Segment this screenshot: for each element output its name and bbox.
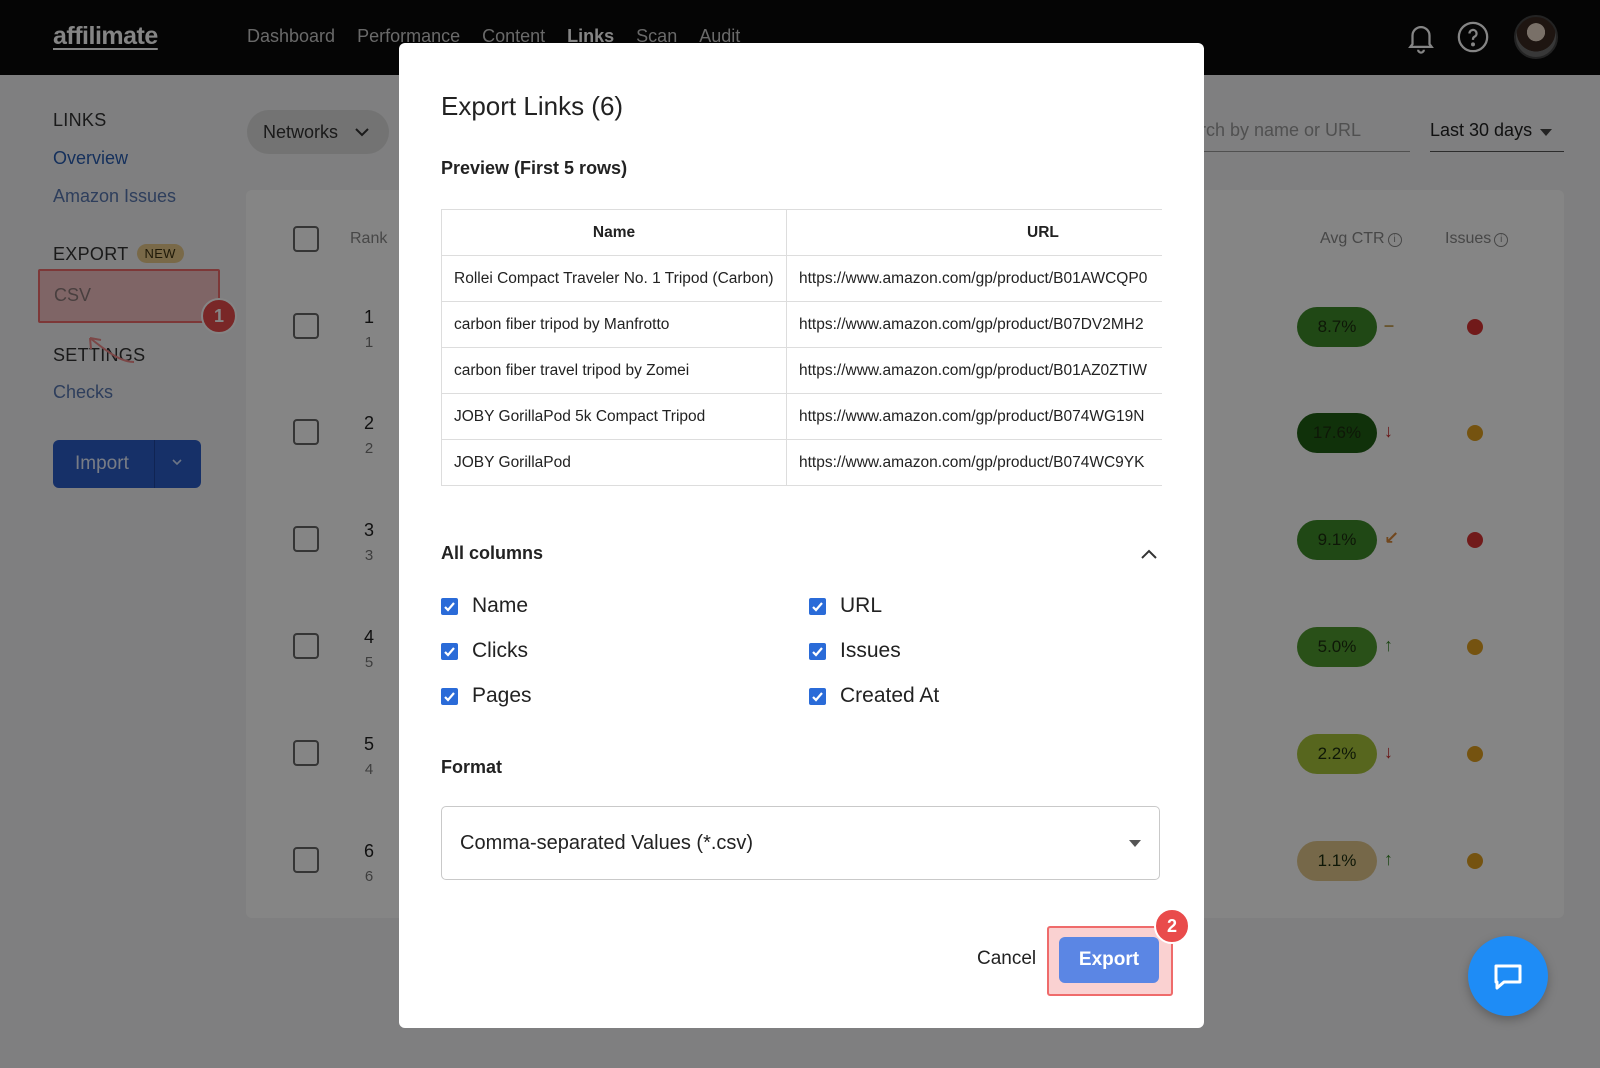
column-option[interactable]: Issues — [809, 639, 901, 663]
preview-cell-name: JOBY GorillaPod 5k Compact Tripod — [441, 393, 787, 440]
cancel-button[interactable]: Cancel — [977, 948, 1036, 970]
column-option[interactable]: URL — [809, 594, 882, 618]
preview-table-scroll[interactable]: Name URL Rollei Compact Traveler No. 1 T… — [441, 209, 1162, 486]
chevron-up-icon[interactable] — [1139, 546, 1159, 562]
check-icon — [812, 691, 823, 702]
column-checkbox[interactable] — [809, 642, 826, 660]
column-option[interactable]: Created At — [809, 684, 939, 708]
format-title: Format — [441, 757, 503, 777]
preview-title: Preview (First 5 rows) — [441, 158, 628, 178]
export-button[interactable]: Export — [1059, 937, 1159, 983]
column-option[interactable]: Clicks — [441, 639, 528, 663]
preview-cell-name: JOBY GorillaPod — [441, 439, 787, 486]
column-label: Clicks — [472, 639, 528, 662]
preview-row: JOBY GorillaPod https://www.amazon.com/gp… — [441, 439, 1162, 486]
modal-title: Export Links (6) — [441, 91, 624, 121]
preview-cell-url: https://www.amazon.com/gp/product/B074WC… — [786, 439, 1162, 486]
check-icon — [444, 646, 455, 657]
preview-cell-name: carbon fiber tripod by Manfrotto — [441, 301, 787, 348]
preview-cell-url: https://www.amazon.com/gp/product/B07DV2… — [786, 301, 1162, 348]
preview-row: Rollei Compact Traveler No. 1 Tripod (Ca… — [441, 255, 1162, 302]
column-option[interactable]: Name — [441, 594, 528, 618]
preview-cell-name: carbon fiber travel tripod by Zomei — [441, 347, 787, 394]
preview-row: carbon fiber tripod by Manfrotto https://… — [441, 301, 1162, 348]
preview-row: JOBY GorillaPod 5k Compact Tripod https:/… — [441, 393, 1162, 440]
column-label: URL — [840, 594, 883, 617]
column-label: Name — [472, 594, 529, 617]
column-checkbox[interactable] — [809, 597, 826, 615]
column-label: Issues — [840, 639, 901, 662]
check-icon — [444, 601, 455, 612]
preview-cell-name: Rollei Compact Traveler No. 1 Tripod (Ca… — [441, 255, 787, 302]
export-links-modal: Export Links (6) Preview (First 5 rows) … — [399, 43, 1204, 1028]
check-icon — [444, 691, 455, 702]
column-checkbox[interactable] — [441, 597, 458, 615]
step-2-badge: 2 — [1154, 908, 1190, 944]
column-label: Pages — [472, 684, 532, 707]
column-checkbox[interactable] — [441, 687, 458, 705]
column-label: Created At — [840, 684, 940, 707]
columns-section-title: All columns — [441, 543, 544, 563]
preview-row: carbon fiber travel tripod by Zomei https… — [441, 347, 1162, 394]
column-checkbox[interactable] — [809, 687, 826, 705]
preview-header-name: Name — [441, 209, 787, 256]
check-icon — [812, 646, 823, 657]
format-select[interactable]: Comma-separated Values (*.csv) — [441, 806, 1160, 880]
preview-header-url: URL — [786, 209, 1162, 256]
check-icon — [812, 601, 823, 612]
preview-cell-url: https://www.amazon.com/gp/product/B01AZ0… — [786, 347, 1162, 394]
chat-icon — [1494, 964, 1522, 990]
preview-cell-url: https://www.amazon.com/gp/product/B01AWC… — [786, 255, 1162, 302]
preview-table: Name URL Rollei Compact Traveler No. 1 T… — [441, 209, 1162, 486]
chat-button[interactable] — [1468, 936, 1548, 1016]
caret-down-icon — [1129, 840, 1141, 847]
column-checkbox[interactable] — [441, 642, 458, 660]
preview-cell-url: https://www.amazon.com/gp/product/B074WG… — [786, 393, 1162, 440]
column-option[interactable]: Pages — [441, 684, 532, 708]
